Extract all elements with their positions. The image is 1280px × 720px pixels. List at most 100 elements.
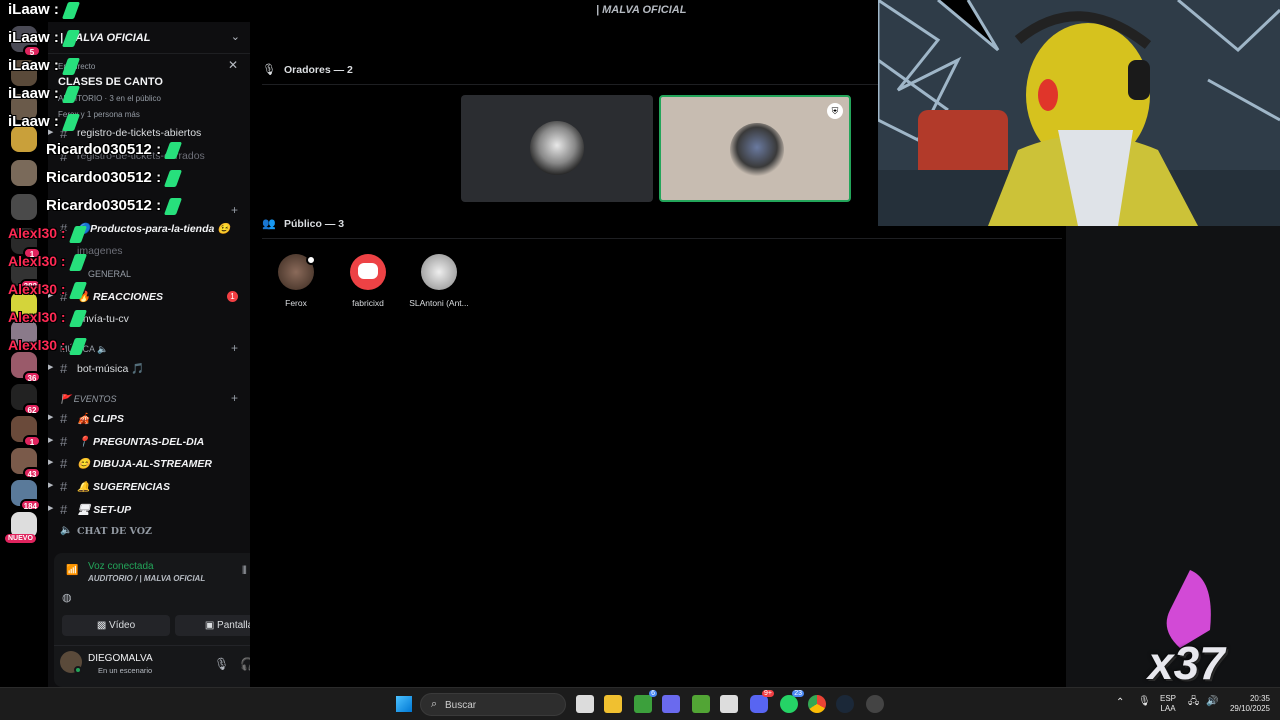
webcam-overlay	[878, 0, 1280, 226]
collapse-arrow-icon: ▶	[48, 414, 54, 421]
add-channel-icon[interactable]: +	[231, 391, 238, 405]
microphone-icon[interactable]: 🎙	[1138, 697, 1151, 707]
search-icon: ⌕	[431, 698, 438, 710]
minecraft-icon[interactable]	[692, 695, 710, 713]
discord-logo-icon	[358, 263, 378, 279]
audience-name: fabricixd	[352, 298, 384, 308]
chevron-up-icon[interactable]: ⌃	[1116, 698, 1124, 708]
hash-icon: #	[60, 479, 68, 494]
search-box[interactable]: ⌕ Buscar	[420, 693, 566, 716]
channel-label: 🔥 REACCIONES	[77, 291, 163, 303]
soundboard-icon[interactable]: ⦀	[242, 565, 247, 578]
xbox-icon[interactable]: 6	[634, 690, 657, 713]
channel-label: 🎪 CLIPS	[77, 413, 124, 425]
clock[interactable]: 20:35 29/10/2025	[1226, 694, 1270, 714]
server-header[interactable]: | MALVA OFICIAL ⌄	[48, 22, 250, 54]
channel-item[interactable]: ▶ # bot-música 🎵	[48, 357, 250, 379]
channel-item[interactable]: ▶ # 🖥 SET-UP	[48, 498, 250, 520]
speaker-tile[interactable]	[461, 95, 653, 202]
chat-user: iLaaw :	[8, 85, 59, 102]
chrome-icon[interactable]	[808, 695, 826, 713]
file-explorer-icon[interactable]	[604, 695, 622, 713]
notification-badge: 9+	[762, 690, 774, 697]
category-label: GENERAL	[88, 269, 132, 279]
audience-heading: Público — 3	[284, 218, 345, 230]
chat-message: Alexl30 :	[8, 225, 87, 243]
network-icon[interactable]: 🖧	[1188, 697, 1199, 707]
hash-icon: #	[60, 502, 68, 517]
steam-icon[interactable]	[836, 695, 854, 713]
voice-status: Voz conectada	[88, 561, 154, 572]
speaker-avatar	[530, 121, 584, 175]
channel-label: 📍 PREGUNTAS-DEL-DIA	[77, 436, 205, 448]
collapse-arrow-icon: ▶	[48, 437, 54, 444]
language-indicator[interactable]: ESP LAA	[1160, 694, 1176, 714]
webcam-image	[878, 0, 1280, 226]
chat-message: iLaaw :	[8, 85, 80, 103]
server-icon[interactable]: 184	[11, 480, 41, 511]
new-badge: NUEVO	[5, 534, 36, 543]
microphone-icon[interactable]: 🎙	[214, 657, 229, 671]
chat-user: iLaaw :	[8, 113, 59, 130]
store-icon[interactable]	[662, 695, 680, 713]
category-label: 🚩 EVENTOS	[60, 394, 117, 404]
screen-icon: ▣	[204, 620, 218, 631]
chat-user: iLaaw :	[8, 1, 59, 18]
channel-label: registro-de-tickets-abiertos	[77, 127, 202, 139]
channel-item[interactable]: ▶ # 🎪 CLIPS	[48, 407, 250, 429]
volume-icon[interactable]: 🔊	[1206, 697, 1218, 707]
channel-label: CHAT DE VOZ	[77, 526, 152, 537]
audience-avatar[interactable]	[350, 254, 386, 290]
activity-icon[interactable]: ◍	[62, 591, 72, 604]
discord-icon[interactable]: 9+	[750, 690, 774, 713]
chat-user: Alexl30 :	[8, 253, 66, 269]
app-icon[interactable]	[866, 695, 884, 713]
chat-user: Alexl30 :	[8, 309, 66, 325]
channel-label: 🔵Productos-para-la-tienda 😉	[77, 223, 231, 235]
moderator-shield-icon: ⛨	[827, 103, 843, 119]
date: 29/10/2025	[1229, 704, 1270, 713]
chevron-down-icon: ⌄	[230, 31, 240, 43]
video-button[interactable]: ▩ Vídeo	[62, 615, 170, 636]
windows-start-icon[interactable]	[396, 696, 412, 712]
screen: | MALVA OFICIAL 5 1 382 36 62 1 43 184 N…	[0, 0, 1280, 720]
server-icon[interactable]: 1	[11, 416, 41, 447]
speaker-tile-active[interactable]: ⛨	[659, 95, 851, 202]
channel-item[interactable]: ▶ # 🔔 SUGERENCIAS	[48, 475, 250, 497]
video-label: Vídeo	[109, 620, 136, 631]
event-card[interactable]: En Directo ✕ CLASES DE CANTO AUDITORIO ·…	[52, 56, 246, 124]
chat-user: Alexl30 :	[8, 225, 66, 241]
whatsapp-icon[interactable]: 23	[780, 690, 804, 713]
channel-label: 🖥 SET-UP	[77, 504, 132, 516]
chat-message: iLaaw :	[8, 29, 80, 47]
people-icon: 👥	[262, 218, 276, 230]
server-icon[interactable]: 36	[11, 352, 41, 383]
category-eventos[interactable]: 🚩 EVENTOS +	[48, 390, 250, 408]
microphone-icon: 🎙	[262, 64, 276, 76]
collapse-arrow-icon: ▶	[48, 364, 54, 371]
add-channel-icon[interactable]: +	[231, 341, 238, 355]
add-channel-icon[interactable]: +	[231, 203, 238, 217]
task-view-icon[interactable]	[576, 695, 594, 713]
server-icon[interactable]: 43	[11, 448, 41, 479]
time: 20:35	[1249, 694, 1270, 703]
status-badge	[306, 255, 316, 265]
channel-item[interactable]: ▶ # 📍 PREGUNTAS-DEL-DIA	[48, 430, 250, 452]
server-badge: 5	[23, 45, 41, 57]
channel-item[interactable]: ▶ # 😊 DIBUJA-AL-STREAMER	[48, 452, 250, 474]
chat-message: Ricardo030512 :	[8, 169, 183, 187]
server-icon[interactable]: 62	[11, 384, 41, 415]
collapse-arrow-icon: ▶	[48, 482, 54, 489]
taskbar: ⌕ Buscar 6 9+ 23 ⌃ 🎙 ESP LAA 🖧 🔊 20:35 29/…	[0, 687, 1280, 720]
voice-location[interactable]: AUDITORIO / | MALVA OFICIAL	[88, 574, 205, 583]
signal-icon: 📶	[66, 565, 79, 576]
server-badge: 184	[19, 499, 41, 511]
close-icon[interactable]: ✕	[228, 58, 238, 72]
speakers-heading: Oradores — 2	[284, 64, 353, 76]
channel-voice-category[interactable]: 🔈 CHAT DE VOZ	[48, 521, 250, 543]
notepad-icon[interactable]	[720, 695, 738, 713]
audience-avatar[interactable]	[421, 254, 457, 290]
username: DIEGOMALVA	[88, 653, 153, 664]
chat-user: Ricardo030512 :	[46, 169, 162, 186]
server-badge: 36	[23, 371, 41, 383]
